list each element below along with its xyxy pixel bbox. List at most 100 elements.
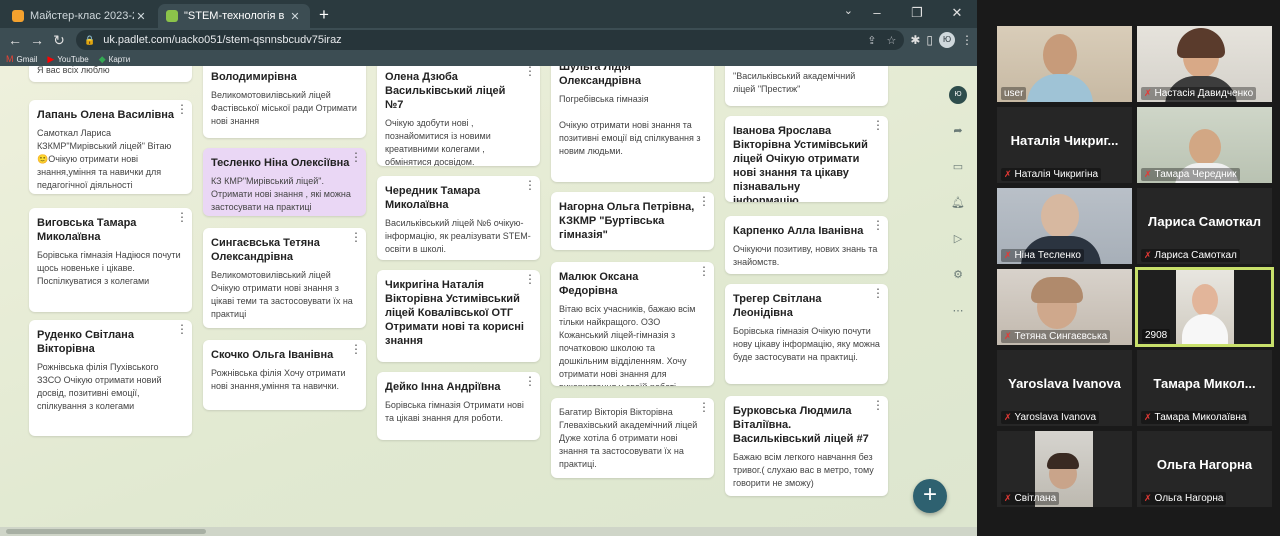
participant-name: 2908: [1142, 329, 1171, 342]
extensions-icon[interactable]: ✱: [910, 33, 920, 47]
address-bar[interactable]: 🔒 uk.padlet.com/uacko051/stem-qsnnsbcudv…: [76, 30, 905, 50]
lock-icon[interactable]: 🔒: [84, 35, 95, 46]
post-body: Самоткал Лариса КЗКМР"Мирівський ліцей" …: [37, 128, 172, 190]
new-tab-button[interactable]: +: [312, 4, 336, 28]
more-icon[interactable]: ⋯: [949, 302, 967, 320]
post-menu-icon[interactable]: ⋮: [872, 219, 884, 231]
participant-tile[interactable]: ✗ Світлана: [997, 431, 1132, 507]
post-card[interactable]: ⋮ Лапань Олена Василівна Самоткал Лариса…: [29, 100, 192, 194]
close-tab-icon[interactable]: ✕: [134, 10, 148, 23]
share-icon[interactable]: ⇪: [867, 34, 876, 47]
post-card[interactable]: ⋮ Шульга Лідія Олександрівна Погребівськ…: [551, 66, 714, 182]
youtube-icon: ▶: [47, 53, 55, 64]
add-post-button[interactable]: +: [913, 479, 947, 513]
post-menu-icon[interactable]: ⋮: [350, 343, 362, 355]
tab-master-class[interactable]: Майстер-клас 2023-2024 н.р. S... ✕: [4, 4, 156, 28]
post-card[interactable]: Володимирівна Великомотовилівський ліцей…: [203, 66, 366, 138]
participant-tile[interactable]: Тамара Микол... ✗ Тамара Миколаївна: [1137, 350, 1272, 426]
user-avatar[interactable]: Ю: [949, 86, 967, 104]
post-menu-icon[interactable]: ⋮: [872, 287, 884, 299]
post-card[interactable]: ⋮ Нагорна Ольга Петрівна, КЗКМР "Буртівс…: [551, 192, 714, 250]
bookmark-maps[interactable]: ◆ Карти: [99, 54, 130, 65]
post-menu-icon[interactable]: ⋮: [872, 119, 884, 131]
reload-icon[interactable]: ↻: [48, 29, 70, 51]
post-menu-icon[interactable]: ⋮: [176, 211, 188, 223]
maximize-icon[interactable]: ❐: [897, 0, 937, 28]
post-card[interactable]: ⋮ Сингаєвська Тетяна Олександрівна Велик…: [203, 228, 366, 328]
participant-tile[interactable]: Наталія Чикриг... ✗ Наталія Чикригіна: [997, 107, 1132, 183]
post-menu-icon[interactable]: ⋮: [524, 375, 536, 387]
post-menu-icon[interactable]: ⋮: [176, 103, 188, 115]
participant-tile[interactable]: ✗ Тетяна Сингаєвська: [997, 269, 1132, 345]
post-card[interactable]: ⋮ Скочко Ольга Іванівна Рожнівська філія…: [203, 340, 366, 410]
post-card[interactable]: Я вас всіх люблю: [29, 66, 192, 82]
post-card[interactable]: ⋮ Трегер Світлана Леонідівна Борівська г…: [725, 284, 888, 384]
bell-icon[interactable]: 🔔︎: [949, 194, 967, 212]
padlet-board: Я вас всіх люблю ⋮ Лапань Олена Василівн…: [0, 66, 977, 528]
post-card[interactable]: ⋮ Малюк Оксана Федорівна Вітаю всіх учас…: [551, 262, 714, 386]
side-panel-icon[interactable]: ▯: [926, 33, 933, 47]
participant-name: ✗ Ольга Нагорна: [1141, 492, 1227, 505]
post-card[interactable]: ⋮ Чередник Тамара Миколаївна Васильківсь…: [377, 176, 540, 260]
bookmark-youtube[interactable]: ▶ YouTube: [47, 54, 88, 65]
settings-gear-icon[interactable]: ⚙: [949, 266, 967, 284]
post-menu-icon[interactable]: ⋮: [524, 273, 536, 285]
post-card[interactable]: ⋮ Виговська Тамара Миколаївна Борівська …: [29, 208, 192, 312]
participant-name: ✗ Yaroslava Ivanova: [1001, 411, 1100, 424]
post-card[interactable]: ⋮ Руденко Світлана Вікторівна Рожнівська…: [29, 320, 192, 436]
back-icon[interactable]: ←: [4, 29, 26, 51]
participant-tile[interactable]: Лариса Самоткал ✗ Лариса Самоткал: [1137, 188, 1272, 264]
tab-search-icon[interactable]: ⌄: [844, 4, 853, 17]
scrollbar-thumb[interactable]: [6, 529, 206, 534]
post-menu-icon[interactable]: ⋮: [350, 151, 362, 163]
bookmark-label: Gmail: [16, 54, 38, 64]
post-card[interactable]: "Васильківський академічний ліцей "Прест…: [725, 66, 888, 106]
post-title: Бурковська Людмила Віталіївна. Васильків…: [733, 405, 869, 445]
post-menu-icon[interactable]: ⋮: [524, 66, 536, 77]
close-window-icon[interactable]: ✕: [937, 0, 977, 28]
share-arrow-icon[interactable]: ➦: [949, 122, 967, 140]
participant-tile[interactable]: ✗ Настасія Давидченко: [1137, 26, 1272, 102]
post-card[interactable]: ⋮ Олена Дзюба Васильківський ліцей №7 Оч…: [377, 66, 540, 166]
slideshow-icon[interactable]: ▭: [949, 158, 967, 176]
post-menu-icon[interactable]: ⋮: [698, 265, 710, 277]
participant-hair: [1177, 28, 1225, 58]
close-tab-icon[interactable]: ✕: [288, 10, 302, 23]
post-menu-icon[interactable]: ⋮: [176, 323, 188, 335]
post-menu-icon[interactable]: ⋮: [350, 231, 362, 243]
post-title: Виговська Тамара Миколаївна: [37, 217, 137, 243]
post-card[interactable]: ⋮ Дейко Інна Андріївна Борівська гімназі…: [377, 372, 540, 440]
participant-tile[interactable]: Ольга Нагорна ✗ Ольга Нагорна: [1137, 431, 1272, 507]
participant-tile[interactable]: ✗ Тамара Чередник: [1137, 107, 1272, 183]
participant-tile[interactable]: Yaroslava Ivanova ✗ Yaroslava Ivanova: [997, 350, 1132, 426]
post-menu-icon[interactable]: ⋮: [698, 195, 710, 207]
post-card[interactable]: ⋮ Іванова Ярослава Вікторівна Устимівськ…: [725, 116, 888, 202]
post-card[interactable]: ⋮ Карпенко Алла Іванівна Очікуючи позити…: [725, 216, 888, 274]
horizontal-scrollbar[interactable]: [0, 527, 977, 536]
play-icon[interactable]: ▷: [949, 230, 967, 248]
muted-mic-icon: ✗: [1144, 493, 1152, 503]
post-menu-icon[interactable]: ⋮: [524, 179, 536, 191]
window-controls: – ❐ ✕: [857, 0, 977, 28]
bookmark-gmail[interactable]: M Gmail: [6, 54, 37, 64]
post-card[interactable]: ⋮ Бурковська Людмила Віталіївна. Васильк…: [725, 396, 888, 496]
participant-tile[interactable]: user: [997, 26, 1132, 102]
muted-mic-icon: ✗: [1004, 250, 1012, 260]
bookmark-star-icon[interactable]: ☆: [886, 34, 896, 47]
post-menu-icon[interactable]: ⋮: [698, 401, 710, 413]
participant-name: ✗ Світлана: [1001, 492, 1060, 505]
profile-avatar[interactable]: Ю: [939, 32, 955, 48]
menu-icon[interactable]: ⋮: [961, 33, 973, 47]
post-card[interactable]: ⋮ Тесленко Ніна Олексіївна КЗ КМР"Мирівс…: [203, 148, 366, 216]
muted-mic-icon: ✗: [1004, 493, 1012, 503]
tab-title: "STEM-технологія в початковій...: [184, 10, 288, 22]
tab-stem[interactable]: "STEM-технологія в початковій... ✕: [158, 4, 310, 28]
post-title: Шульга Лідія Олександрівна: [559, 66, 642, 87]
forward-icon[interactable]: →: [26, 29, 48, 51]
post-menu-icon[interactable]: ⋮: [872, 399, 884, 411]
post-card[interactable]: ⋮ Багатир Вікторія Вікторівна Глевахівсь…: [551, 398, 714, 478]
post-card[interactable]: ⋮ Чикригіна Наталія Вікторівна Устимівсь…: [377, 270, 540, 362]
participant-tile-active-speaker[interactable]: 2908: [1135, 267, 1274, 347]
minimize-icon[interactable]: –: [857, 0, 897, 28]
participant-tile[interactable]: ✗ Ніна Тесленко: [997, 188, 1132, 264]
